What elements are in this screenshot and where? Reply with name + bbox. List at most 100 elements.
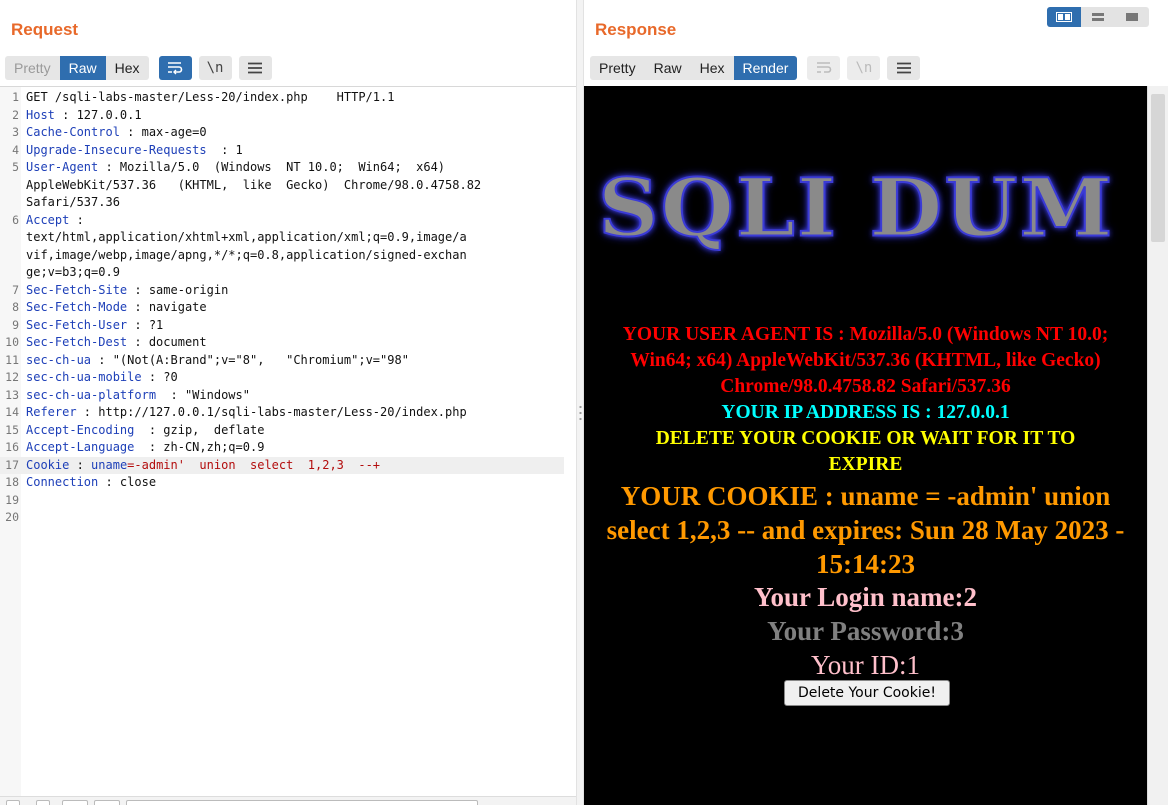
tab-hex[interactable]: Hex	[691, 56, 734, 80]
response-view-tabs: Pretty Raw Hex Render	[590, 56, 798, 80]
header-name: sec-ch-ua	[26, 352, 92, 367]
editor-line[interactable]: 3 Cache-Control : max-age=0	[0, 124, 564, 142]
header-value: : ?0	[141, 370, 178, 384]
menu-icon	[896, 62, 911, 74]
editor-line[interactable]: ge;v=b3;q=0.9	[0, 264, 564, 282]
header-name: sec-ch-ua-mobile	[26, 370, 142, 384]
header-name: Cache-Control	[26, 125, 120, 139]
show-newlines-button[interactable]: \n	[847, 56, 881, 80]
header-value: : "Windows"	[156, 387, 250, 402]
header-name: Cookie	[26, 457, 70, 472]
header-value: : gzip, deflate	[134, 422, 265, 437]
editor-line[interactable]: 9 Sec-Fetch-User : ?1	[0, 317, 564, 335]
header-value: : 127.0.0.1	[54, 107, 142, 122]
editor-line[interactable]: 19	[0, 492, 564, 510]
wrap-lines-button[interactable]	[158, 56, 192, 80]
tab-hex[interactable]: Hex	[106, 56, 149, 80]
rendered-page: SQLI DUM YOUR USER AGENT IS : Mozilla/5.…	[584, 86, 1147, 805]
editor-line[interactable]: 4 Upgrade-Insecure-Requests : 1	[0, 142, 564, 160]
line-content: sec-ch-ua-mobile : ?0	[26, 369, 178, 387]
cookie-value: =-admin' union select 1,2,3 --+	[127, 457, 381, 472]
editor-line[interactable]: 12 sec-ch-ua-mobile : ?0	[0, 369, 564, 387]
editor-line[interactable]: 13 sec-ch-ua-platform : "Windows"	[0, 387, 564, 405]
tab-raw[interactable]: Raw	[59, 56, 106, 80]
editor-line[interactable]: 6 Accept :	[0, 212, 564, 230]
request-title: Request	[11, 20, 79, 39]
line-content: Sec-Fetch-Site : same-origin	[26, 282, 228, 300]
header-name: sec-ch-ua-platform	[26, 387, 157, 402]
line-number: 4	[12, 142, 19, 157]
header-name: Sec-Fetch-Site	[26, 282, 128, 297]
layout-side-by-side[interactable]	[1047, 7, 1081, 27]
editor-line[interactable]: text/html,application/xhtml+xml,applicat…	[0, 229, 564, 247]
next-match-button[interactable]	[94, 800, 120, 805]
header-name: Upgrade-Insecure-Requests	[26, 142, 207, 157]
header-value: : http://127.0.0.1/sqli-labs-master/Less…	[76, 405, 467, 419]
prev-match-button[interactable]	[62, 800, 88, 805]
editor-line[interactable]: 18 Connection : close	[0, 474, 564, 492]
newline-icon: \n	[855, 60, 873, 76]
scrollbar-thumb[interactable]	[1151, 94, 1165, 242]
wrap-lines-icon	[168, 62, 183, 75]
editor-line[interactable]: vif,image/webp,image/apng,*/*;q=0.8,appl…	[0, 247, 564, 265]
tab-render[interactable]: Render	[733, 56, 798, 80]
show-newlines-button[interactable]: \n	[198, 56, 232, 80]
ip-address-text: YOUR IP ADDRESS IS : 127.0.0.1	[721, 402, 1010, 423]
header-name: Connection	[26, 475, 99, 489]
editor-line[interactable]: 11 sec-ch-ua : "(Not(A:Brand";v="8", "Chr…	[0, 352, 564, 370]
editor-line[interactable]: 20	[0, 509, 564, 527]
newline-icon: \n	[206, 60, 224, 76]
editor-line[interactable]: 5 User-Agent : Mozilla/5.0 (Windows NT 10…	[0, 159, 564, 177]
header-value: GET /sqli-labs-master/Less-20/index.php …	[26, 90, 395, 104]
line-number: 6	[12, 212, 19, 227]
line-content: Connection : close	[26, 474, 156, 492]
line-number: 3	[12, 125, 19, 139]
response-panel: Response Pretty Raw Hex Render \n SQLI D…	[584, 0, 1168, 805]
editor-line[interactable]: 8 Sec-Fetch-Mode : navigate	[0, 299, 564, 317]
editor-line[interactable]: Safari/537.36	[0, 194, 564, 212]
line-content: Safari/537.36	[26, 194, 120, 212]
header-name: User-Agent	[26, 160, 99, 174]
header-value: : ?1	[127, 317, 164, 332]
search-input[interactable]	[126, 800, 478, 805]
header-value: :	[69, 457, 92, 472]
line-number: 19	[5, 492, 19, 507]
layout-stacked[interactable]	[1081, 7, 1115, 27]
response-menu-button[interactable]	[887, 56, 921, 80]
tab-raw[interactable]: Raw	[645, 56, 691, 80]
request-menu-button[interactable]	[238, 56, 272, 80]
line-content: ge;v=b3;q=0.9	[26, 264, 120, 282]
editor-line[interactable]: AppleWebKit/537.36 (KHTML, like Gecko) C…	[0, 177, 564, 195]
panel-divider[interactable]	[576, 0, 584, 805]
header-value: : same-origin	[127, 282, 229, 297]
editor-line[interactable]: 2 Host : 127.0.0.1	[0, 107, 564, 125]
line-content: Sec-Fetch-Dest : document	[26, 334, 207, 352]
editor-line[interactable]: 15 Accept-Encoding : gzip, deflate	[0, 422, 564, 440]
line-content: Sec-Fetch-User : ?1	[26, 317, 163, 335]
editor-line[interactable]: 10 Sec-Fetch-Dest : document	[0, 334, 564, 352]
tab-pretty[interactable]: Pretty	[590, 56, 645, 80]
help-icon[interactable]	[6, 800, 20, 805]
header-name: Sec-Fetch-Mode	[26, 300, 128, 314]
window-icon	[1126, 13, 1138, 21]
layout-single[interactable]	[1115, 7, 1149, 27]
delete-cookie-button[interactable]: Delete Your Cookie!	[784, 680, 950, 706]
login-name-text: Your Login name:2	[753, 582, 978, 612]
header-value: AppleWebKit/537.36 (KHTML, like Gecko) C…	[26, 177, 482, 192]
render-scrollbar[interactable]	[1147, 86, 1168, 805]
tab-pretty[interactable]: Pretty	[5, 56, 60, 80]
wrap-lines-button[interactable]	[807, 56, 841, 80]
header-name: Accept-Language	[26, 440, 135, 454]
line-number: 12	[5, 370, 19, 384]
editor-line[interactable]: 1 GET /sqli-labs-master/Less-20/index.php…	[0, 89, 564, 107]
header-value: ge;v=b3;q=0.9	[26, 265, 120, 279]
editor-line[interactable]: 16 Accept-Language : zh-CN,zh;q=0.9	[0, 439, 564, 457]
request-view-tabs: Pretty Raw Hex	[5, 56, 149, 80]
editor-line[interactable]: 7 Sec-Fetch-Site : same-origin	[0, 282, 564, 300]
editor-line[interactable]: 14 Referer : http://127.0.0.1/sqli-labs-m…	[0, 404, 564, 422]
line-number: 8	[12, 300, 19, 314]
header-value: : navigate	[127, 300, 207, 314]
request-editor[interactable]: 1 GET /sqli-labs-master/Less-20/index.php…	[0, 86, 576, 800]
settings-icon[interactable]	[36, 800, 50, 805]
editor-line[interactable]: 17 Cookie : uname=-admin' union select 1,…	[0, 456, 564, 474]
